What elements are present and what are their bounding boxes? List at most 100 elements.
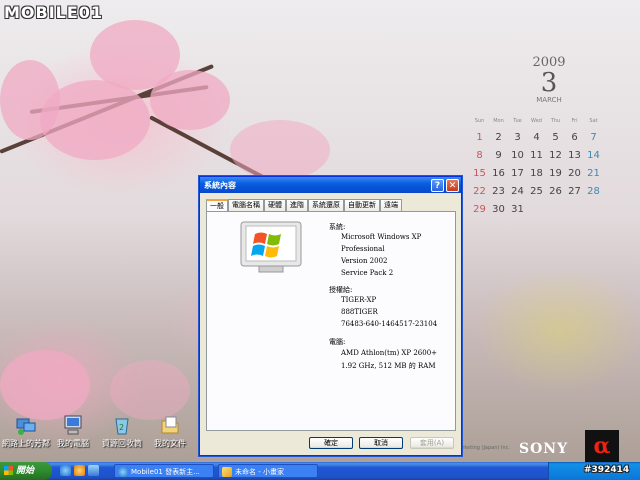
calendar-day: 8 — [476, 150, 483, 161]
calendar-weekday-header: Sat — [589, 118, 598, 124]
tab-system-restore[interactable]: 系統還原 — [308, 199, 344, 211]
system-section-label: 系統: — [329, 223, 346, 231]
desktop-calendar: 2009 3 MARCH Sun Mon Tue Wed Thu Fri Sat 1 2 3 4 5 6… — [470, 55, 610, 222]
calendar-day: 19 — [549, 168, 562, 179]
calendar-day: 26 — [549, 186, 562, 197]
registered-info-line: 76483-640-1464517-23104 — [341, 320, 438, 328]
wallpaper-blossom — [0, 60, 60, 140]
tab-hardware[interactable]: 硬體 — [264, 199, 286, 211]
registered-info-line: TIGER-XP — [341, 296, 377, 304]
calendar-day — [527, 204, 546, 222]
calendar-day: 7 — [590, 132, 597, 143]
calendar-day — [565, 204, 584, 222]
help-button[interactable]: ? — [431, 178, 444, 192]
calendar-day: 25 — [530, 186, 543, 197]
taskbar: 開始 Mobile01 發表新主... 未命名 - 小畫家 — [0, 462, 640, 480]
close-button[interactable]: ✕ — [446, 178, 459, 192]
calendar-day: 2 — [495, 132, 502, 143]
calendar-day: 3 — [514, 132, 521, 143]
calendar-day: 5 — [552, 132, 559, 143]
wallpaper-blossom — [150, 70, 230, 130]
desktop-icon-label: 資源回收筒 — [102, 439, 142, 448]
internet-explorer-icon[interactable] — [60, 465, 71, 476]
system-info-line: Version 2002 — [341, 257, 388, 265]
calendar-day: 12 — [549, 150, 562, 161]
calendar-day: 27 — [568, 186, 581, 197]
system-info-line: Service Pack 2 — [341, 269, 394, 277]
computer-info-line: AMD Athlon(tm) XP 2600+ — [341, 349, 438, 357]
calendar-weekday-header: Sun — [474, 118, 485, 124]
start-button[interactable]: 開始 — [0, 462, 52, 480]
windows-flag-icon — [4, 466, 13, 475]
calendar-day: 30 — [492, 204, 505, 215]
calendar-day: 13 — [568, 150, 581, 161]
calendar-weekday-header: Mon — [493, 118, 504, 124]
taskbar-item-label: Mobile01 發表新主... — [131, 468, 200, 476]
mobile01-watermark-logo: MOBILE01 — [4, 3, 104, 22]
post-id-watermark: #392414 — [584, 465, 630, 475]
tab-computer-name[interactable]: 電腦名稱 — [228, 199, 264, 211]
recycle-bin-icon: 2 — [111, 414, 133, 436]
registered-info-line: 888TIGER — [341, 308, 378, 316]
svg-text:2: 2 — [119, 423, 124, 432]
calendar-day: 31 — [511, 204, 524, 215]
dialog-title: 系統內容 — [204, 180, 236, 190]
apply-button[interactable]: 套用(A) — [410, 437, 454, 449]
calendar-weekday-header: Fri — [571, 118, 578, 124]
cancel-button[interactable]: 取消 — [359, 437, 403, 449]
network-places-icon — [15, 414, 37, 436]
ok-button[interactable]: 確定 — [309, 437, 353, 449]
calendar-day: 9 — [495, 150, 502, 161]
my-documents-icon — [159, 414, 181, 436]
calendar-day: 22 — [473, 186, 486, 197]
calendar-day: 20 — [568, 168, 581, 179]
taskbar-item-paint[interactable]: 未命名 - 小畫家 — [218, 464, 318, 478]
show-desktop-icon[interactable] — [88, 465, 99, 476]
computer-info-line: 1.92 GHz, 512 MB 的 RAM — [341, 362, 436, 370]
dialog-titlebar[interactable]: 系統內容 ? ✕ — [200, 177, 461, 193]
calendar-weekday-header: Tue — [513, 118, 522, 124]
desktop-icon-my-documents[interactable]: 我的文件 — [144, 414, 196, 449]
windows-monitor-icon — [239, 220, 303, 276]
calendar-day: 17 — [511, 168, 524, 179]
calendar-day: 14 — [587, 150, 600, 161]
registered-section-label: 授權給: — [329, 286, 353, 294]
paint-icon — [222, 467, 232, 477]
taskbar-item-label: 未命名 - 小畫家 — [235, 468, 284, 476]
browser-icon — [118, 467, 128, 477]
system-info-line: Microsoft Windows XP — [341, 233, 422, 241]
desktop-icon-my-computer[interactable]: 我的電腦 — [47, 414, 99, 449]
start-label: 開始 — [16, 466, 35, 476]
tab-advanced[interactable]: 進階 — [286, 199, 308, 211]
tab-automatic-updates[interactable]: 自動更新 — [344, 199, 380, 211]
tab-remote[interactable]: 遠端 — [380, 199, 402, 211]
desktop-icon-recycle-bin[interactable]: 2 資源回收筒 — [96, 414, 148, 449]
wallpaper-blossom — [0, 350, 90, 420]
desktop-icon-network-places[interactable]: 網路上的芳鄰 — [0, 414, 52, 449]
calendar-day: 1 — [476, 132, 483, 143]
system-info-line: Professional — [341, 245, 385, 253]
desktop-icon-label: 網路上的芳鄰 — [2, 439, 50, 448]
calendar-day: 11 — [530, 150, 543, 161]
calendar-day: 10 — [511, 150, 524, 161]
calendar-day: 29 — [473, 204, 486, 215]
calendar-month-name: MARCH — [536, 96, 562, 104]
desktop-icon-label: 我的電腦 — [57, 439, 89, 448]
desktop-icon-label: 我的文件 — [154, 439, 186, 448]
media-player-icon[interactable] — [74, 465, 85, 476]
calendar-year: 2009 — [532, 55, 566, 70]
system-properties-dialog: 系統內容 ? ✕ 一般 電腦名稱 硬體 進階 系統還原 自動更新 遠端 系統: … — [199, 176, 462, 456]
calendar-weekday-header: Thu — [550, 118, 561, 124]
calendar-day: 28 — [587, 186, 600, 197]
calendar-day: 23 — [492, 186, 505, 197]
calendar-weekday-header: Wed — [531, 118, 542, 124]
alpha-logo: α — [585, 430, 619, 464]
calendar-day: 15 — [473, 168, 486, 179]
wallpaper-blossom — [110, 360, 190, 420]
sony-logo: SONY — [519, 441, 569, 457]
wallpaper-blossom — [230, 120, 330, 180]
taskbar-item-browser[interactable]: Mobile01 發表新主... — [114, 464, 214, 478]
calendar-day: 24 — [511, 186, 524, 197]
calendar-day — [584, 204, 603, 222]
calendar-grid: Sun Mon Tue Wed Thu Fri Sat 1 2 3 4 5 6 7 8 9 10 11 12 13 14… — [470, 118, 610, 222]
